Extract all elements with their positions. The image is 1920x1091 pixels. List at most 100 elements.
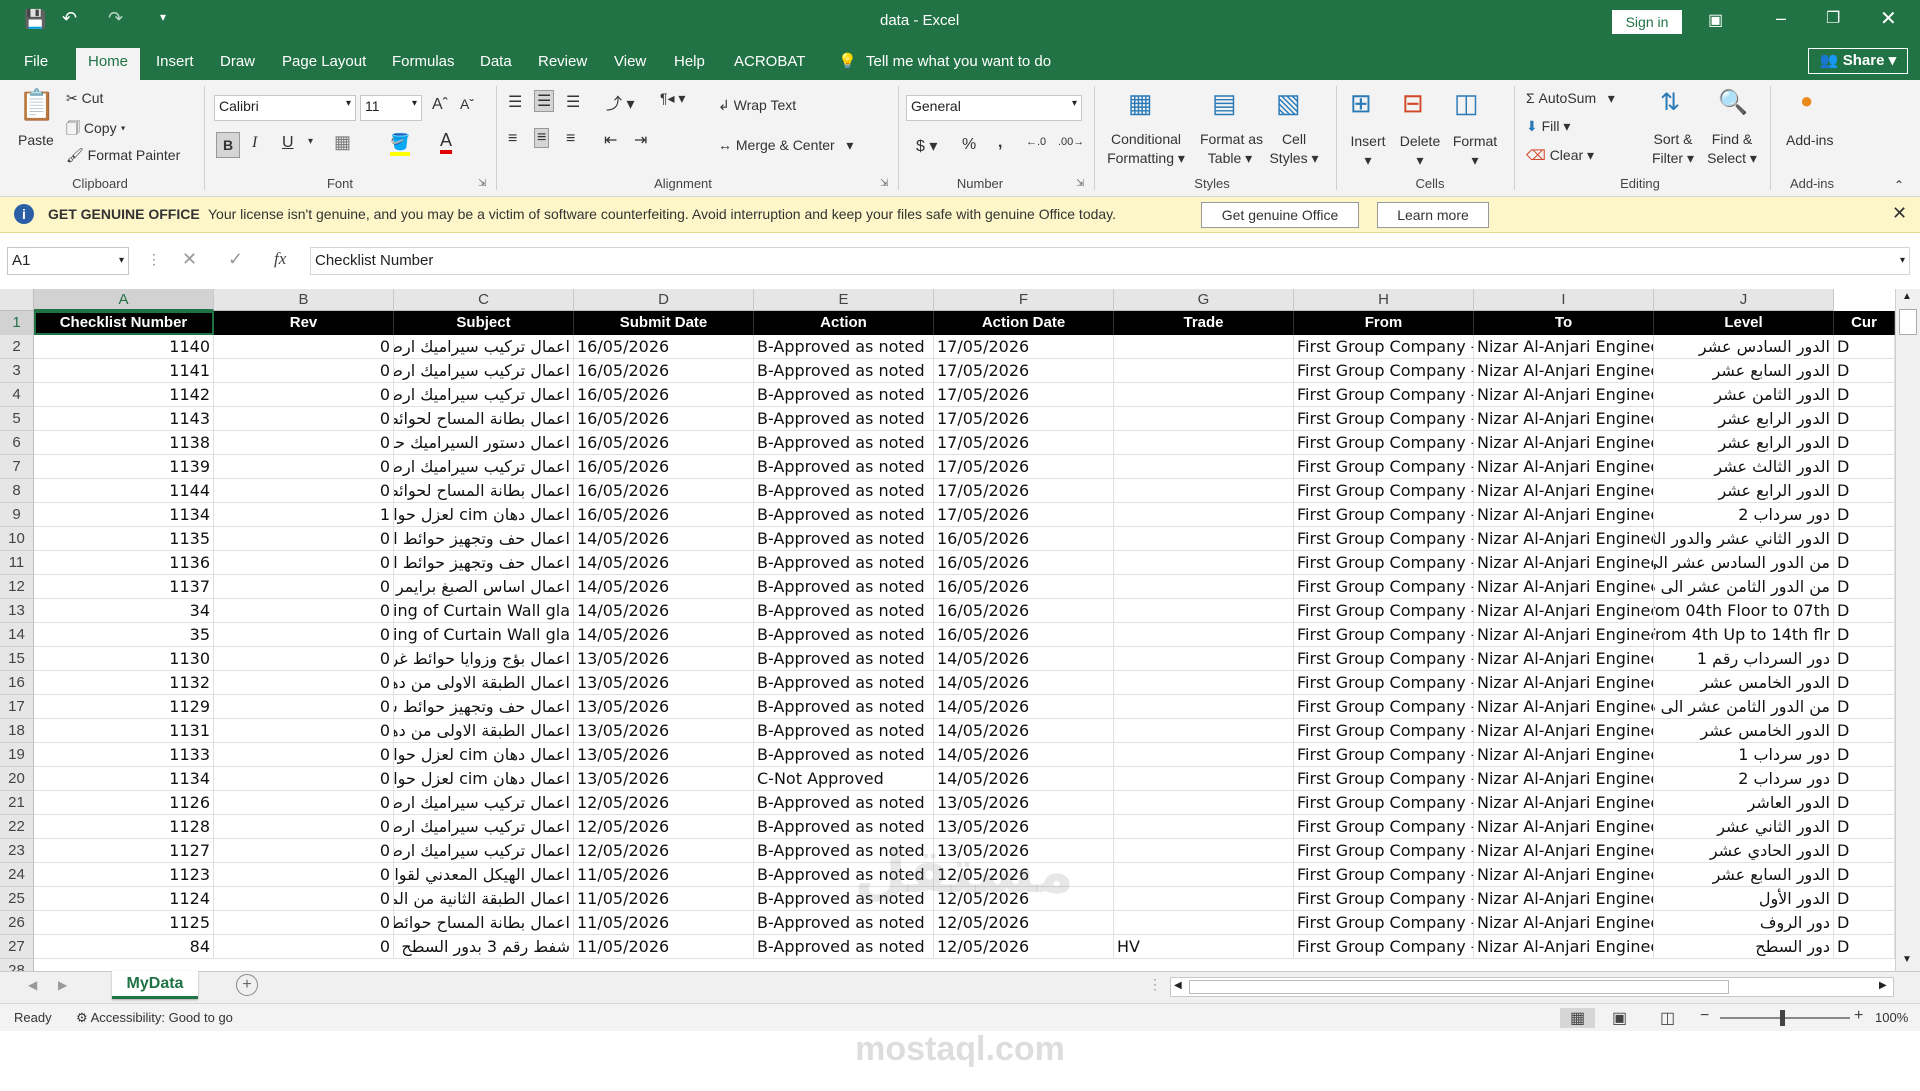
row-header[interactable]: 22 [0,815,34,839]
row-header[interactable]: 28 [0,959,34,971]
cell-b[interactable]: 0 [214,695,394,719]
cell-a[interactable]: 1138 [34,431,214,455]
cell-i[interactable]: Nizar Al-Anjari Engineeri [1474,623,1654,647]
vertical-scrollbar[interactable]: ▲ ▼ [1895,289,1920,971]
cell-f[interactable]: 16/05/2026 [934,527,1114,551]
cell-f[interactable]: 14/05/2026 [934,719,1114,743]
cell-k[interactable]: D [1834,623,1895,647]
cell-h[interactable]: First Group Company - ب [1294,623,1474,647]
cell-d[interactable]: 13/05/2026 [574,695,754,719]
row-header[interactable]: 5 [0,407,34,431]
cell-j[interactable]: الدور الخامس عشر [1654,719,1834,743]
cell-b[interactable]: 0 [214,527,394,551]
cell-j[interactable]: دور الروف [1654,911,1834,935]
cell-f[interactable]: 16/05/2026 [934,599,1114,623]
zoom-slider-thumb[interactable] [1780,1010,1785,1026]
column-header-a[interactable]: A [34,289,214,311]
cell-j[interactable]: الدور الثامن عشر [1654,383,1834,407]
tab-home[interactable]: Home [76,48,141,80]
tell-me-search[interactable]: Tell me what you want to do [858,50,1059,80]
cell-k[interactable]: D [1834,911,1895,935]
cell-d[interactable]: 12/05/2026 [574,839,754,863]
decrease-font-icon[interactable]: Aˇ [460,96,474,112]
cell-a[interactable]: 35 [34,623,214,647]
align-center-icon[interactable]: ≡ [534,128,550,148]
cell-j[interactable]: الدور العاشر [1654,791,1834,815]
cell-a[interactable]: 1134 [34,767,214,791]
cell-h[interactable]: First Group Company - ب [1294,335,1474,359]
currency-button[interactable]: $ ▾ [916,136,937,156]
cell-d[interactable]: 14/05/2026 [574,575,754,599]
tab-draw[interactable]: Draw [212,50,263,80]
cell-j[interactable]: الدور السابع عشر [1654,863,1834,887]
align-bottom-icon[interactable]: ☰ [566,92,580,112]
cell-i[interactable]: Nizar Al-Anjari Engineeri [1474,911,1654,935]
cell-d[interactable]: 12/05/2026 [574,791,754,815]
cell-k[interactable]: D [1834,455,1895,479]
scroll-left-icon[interactable]: ◀ [1174,980,1182,991]
format-as-table-button[interactable]: Format as Table ▾ [1200,130,1263,168]
cell-a[interactable]: 1131 [34,719,214,743]
new-sheet-button[interactable]: + [236,974,258,996]
cell-g[interactable] [1114,575,1294,599]
row-header[interactable]: 12 [0,575,34,599]
cell-b[interactable]: 0 [214,575,394,599]
horizontal-scrollbar[interactable]: ◀ ▶ [1170,977,1894,997]
close-icon[interactable]: ✕ [1892,203,1907,224]
enter-icon[interactable]: ✓ [228,249,243,270]
cell-k[interactable]: D [1834,527,1895,551]
cell-e[interactable]: B-Approved as noted [754,695,934,719]
cell-k[interactable]: D [1834,887,1895,911]
cell-a[interactable]: 1144 [34,479,214,503]
fill-button[interactable]: ⬇ Fill ▾ [1526,118,1570,135]
zoom-level[interactable]: 100% [1875,1010,1908,1025]
cell-e[interactable]: B-Approved as noted [754,431,934,455]
cell-a[interactable]: 1133 [34,743,214,767]
worksheet-grid[interactable]: ABCDEFGHIJ 1 Checklist Number Rev Subject Su… [0,289,1920,971]
cell-g[interactable] [1114,359,1294,383]
page-break-view-icon[interactable]: ◫ [1660,1008,1675,1028]
delete-cells-button[interactable]: Delete ▾ [1398,132,1442,170]
italic-button[interactable]: I [252,134,257,152]
align-right-icon[interactable]: ≡ [566,130,575,148]
font-color-icon[interactable]: A [440,130,453,154]
cell-b[interactable]: 0 [214,647,394,671]
tab-review[interactable]: Review [530,50,595,80]
cell-g[interactable] [1114,407,1294,431]
cell-d[interactable]: 11/05/2026 [574,887,754,911]
cell-f[interactable]: 13/05/2026 [934,791,1114,815]
header-cell[interactable]: Checklist Number [34,311,214,335]
collapse-ribbon-icon[interactable]: ⌃ [1894,178,1904,192]
cell-b[interactable]: 0 [214,887,394,911]
cell-d[interactable]: 13/05/2026 [574,719,754,743]
cell-c[interactable]: اعمال تركيب سيراميك ارضيات [394,455,574,479]
cell-h[interactable]: First Group Company - ب [1294,527,1474,551]
cell-g[interactable] [1114,479,1294,503]
cell-i[interactable]: Nizar Al-Anjari Engineeri [1474,863,1654,887]
cell-a[interactable]: 1130 [34,647,214,671]
cell-e[interactable]: B-Approved as noted [754,599,934,623]
decrease-decimal-icon[interactable]: .00→ [1058,136,1084,148]
customize-qat-icon[interactable]: ▾ [160,10,166,24]
header-cell[interactable]: Level [1654,311,1834,335]
align-top-icon[interactable]: ☰ [508,92,522,112]
cell-c[interactable]: اعمال الهيكل المعدني لقواطيع [394,863,574,887]
cell-k[interactable]: D [1834,815,1895,839]
bold-button[interactable]: B [216,132,240,158]
row-header[interactable]: 6 [0,431,34,455]
cell-h[interactable]: First Group Company - ب [1294,647,1474,671]
cell-i[interactable]: Nizar Al-Anjari Engineeri [1474,695,1654,719]
cell-k[interactable]: D [1834,647,1895,671]
cell-k[interactable]: D [1834,407,1895,431]
cell-g[interactable] [1114,719,1294,743]
cell-f[interactable]: 17/05/2026 [934,359,1114,383]
header-cell[interactable]: Rev [214,311,394,335]
cell-j[interactable]: الدور الرابع عشر [1654,431,1834,455]
wrap-text-button[interactable]: ↲ Wrap Text [718,97,796,114]
cell-a[interactable]: 84 [34,935,214,959]
cell-c[interactable]: اعمال دستور السيراميك حوائط [394,431,574,455]
header-cell[interactable]: Subject [394,311,574,335]
cell-i[interactable]: Nizar Al-Anjari Engineeri [1474,503,1654,527]
comma-button[interactable]: , [998,134,1002,152]
cell-j[interactable]: الدور الخامس عشر [1654,671,1834,695]
